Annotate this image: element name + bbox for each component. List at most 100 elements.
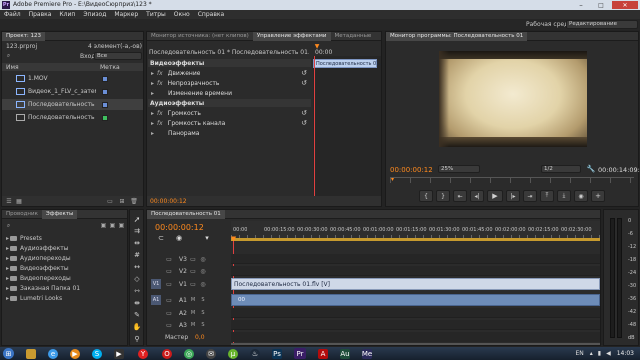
effect-row-channel-volume[interactable]: ▸ fx Громкость канала ↺ — [147, 119, 311, 127]
new-item-icon[interactable]: ⊞ — [118, 197, 126, 205]
effect-row-time-remap[interactable]: ▸ Изменение времени — [147, 89, 311, 97]
list-item[interactable]: Последовательность 01.fl — [2, 99, 143, 110]
razor-tool-icon[interactable]: ◇ — [132, 274, 142, 284]
expand-arrow-icon[interactable]: ▸ — [150, 80, 155, 87]
effect-row-opacity[interactable]: ▸ fx Непрозрачность ↺ — [147, 79, 311, 87]
accelerated-effects-icon[interactable]: ▣ — [100, 222, 107, 229]
camera-button[interactable]: ◉ — [574, 190, 588, 202]
list-item[interactable]: ▸ Видеопереходы — [2, 274, 127, 282]
lock-icon[interactable]: ▭ — [165, 322, 173, 329]
col-label[interactable]: Метка — [100, 64, 120, 71]
timeline-timecode[interactable]: 00:00:00:12 — [155, 223, 204, 232]
new-bin-icon[interactable]: ▭ — [106, 197, 114, 205]
list-item[interactable]: ▸ Presets — [2, 234, 127, 242]
sync-lock-icon[interactable]: ◎ — [199, 268, 207, 275]
in-select[interactable]: Все — [94, 52, 142, 60]
lock-icon[interactable]: ▭ — [189, 256, 197, 263]
track-lane-v3[interactable] — [231, 254, 600, 264]
list-item[interactable]: Последовательность 01 — [2, 112, 143, 123]
mute-button[interactable]: M — [189, 310, 197, 316]
effect-row-volume[interactable]: ▸ fx Громкость ↺ — [147, 109, 311, 117]
mute-button[interactable]: M — [189, 297, 197, 303]
effect-row-panner[interactable]: ▸ Панорама — [147, 129, 311, 137]
menu-sequence[interactable]: Эпизод — [79, 10, 110, 19]
trash-icon[interactable]: 🗑 — [130, 197, 138, 205]
menu-help[interactable]: Справка — [194, 10, 228, 19]
clock[interactable]: 14:03 — [617, 350, 634, 357]
audition-icon[interactable]: Au — [340, 348, 350, 359]
start-button[interactable]: ⊞ — [3, 348, 14, 359]
tab-effect-controls[interactable]: Управление эффектами — [252, 32, 331, 41]
lock-icon[interactable]: ▭ — [189, 281, 197, 288]
minimize-button[interactable]: – — [572, 1, 590, 9]
effect-clip-bar[interactable]: Последовательность 01. — [313, 59, 381, 68]
search-icon[interactable]: ⌕ — [5, 222, 12, 229]
track-lane-master[interactable] — [231, 332, 600, 342]
volume-icon[interactable]: ◀ — [606, 350, 611, 357]
sync-lock-icon[interactable]: ◎ — [199, 256, 207, 263]
expand-arrow-icon[interactable]: ▸ — [150, 70, 155, 77]
search-icon[interactable]: ⌕ — [5, 52, 12, 59]
tab-explorer[interactable]: Проводник — [2, 210, 42, 219]
sync-lock-icon[interactable]: ◎ — [199, 281, 207, 288]
video-icon[interactable]: ▶ — [114, 348, 124, 359]
extract-button[interactable]: ⤓ — [557, 190, 571, 202]
eye-icon[interactable]: ▭ — [165, 268, 173, 275]
workspace-select[interactable]: Редактирование — [566, 20, 638, 29]
browser-icon[interactable]: e — [48, 348, 58, 359]
reset-icon[interactable]: ↺ — [301, 119, 307, 127]
steam-icon[interactable]: ♨ — [250, 348, 260, 359]
effect-controls-timecode[interactable]: 00:00:00:12 — [150, 198, 187, 205]
quality-select[interactable]: 1/2 — [541, 165, 581, 173]
add-marker-icon[interactable]: ◉ — [175, 234, 183, 242]
expand-arrow-icon[interactable]: ▸ — [150, 120, 155, 127]
tab-metadata[interactable]: Метаданные — [331, 32, 376, 41]
step-back-button[interactable]: ◂| — [470, 190, 484, 202]
reset-icon[interactable]: ↺ — [301, 109, 307, 117]
list-item[interactable]: ▸ Аудиопереходы — [2, 254, 127, 262]
encoder-icon[interactable]: Me — [362, 348, 372, 359]
zoom-tool-icon[interactable]: ⚲ — [132, 334, 142, 344]
rate-stretch-tool-icon[interactable]: ↔ — [132, 262, 142, 272]
list-item[interactable]: ▸ Lumetri Looks — [2, 294, 127, 302]
pen-tool-icon[interactable]: ✎ — [132, 310, 142, 320]
tab-sequence[interactable]: Последовательность 01 — [147, 210, 225, 219]
step-forward-button[interactable]: |▸ — [506, 190, 520, 202]
go-to-out-button[interactable]: ⇥ — [523, 190, 537, 202]
maximize-button[interactable]: □ — [592, 1, 610, 9]
track-lane-a3[interactable] — [231, 320, 600, 330]
selection-tool-icon[interactable]: ➚ — [132, 214, 142, 224]
source-patch-a1[interactable]: A1 — [151, 295, 161, 305]
effect-playhead[interactable] — [314, 56, 315, 196]
expand-arrow-icon[interactable]: ▸ — [150, 90, 155, 97]
wrench-icon[interactable]: 🔧 — [587, 165, 596, 173]
tray-arrow-icon[interactable]: ▴ — [590, 350, 593, 357]
master-value[interactable]: 0,0 — [195, 334, 205, 341]
effect-row-motion[interactable]: ▸ fx Движение ↺ — [147, 69, 311, 77]
rolling-edit-tool-icon[interactable]: # — [132, 250, 142, 260]
timeline-scrollbar[interactable] — [231, 343, 600, 345]
track-lane-a2[interactable] — [231, 308, 600, 318]
menu-clip[interactable]: Клип — [55, 10, 79, 19]
program-mini-ruler[interactable] — [390, 177, 634, 183]
eye-icon[interactable]: ▭ — [165, 281, 173, 288]
reset-icon[interactable]: ↺ — [301, 79, 307, 87]
solo-button[interactable]: S — [199, 310, 207, 316]
expand-arrow-icon[interactable]: ▸ — [150, 110, 155, 117]
list-view-icon[interactable]: ☰ — [5, 197, 13, 205]
skype-icon[interactable]: S — [92, 348, 102, 359]
32bit-effects-icon[interactable]: ▣ — [109, 222, 116, 229]
chrome-icon[interactable]: ◎ — [184, 348, 194, 359]
track-lane-v2[interactable] — [231, 266, 600, 276]
language-indicator[interactable]: EN — [575, 350, 583, 357]
tab-source-monitor[interactable]: Монитор источника: (нет клипов) — [147, 32, 253, 41]
list-item[interactable]: Видеок_1_FLV_с_затем — [2, 86, 143, 97]
source-patch-v1[interactable]: V1 — [151, 279, 161, 289]
snap-icon[interactable]: ⊂ — [157, 234, 165, 242]
linked-selection-icon[interactable]: ▾ — [203, 234, 211, 242]
mute-button[interactable]: M — [189, 322, 197, 328]
media-player-icon[interactable]: ▶ — [70, 348, 80, 359]
slip-tool-icon[interactable]: ⇿ — [132, 286, 142, 296]
mail-icon[interactable]: ✉ — [206, 348, 216, 359]
go-to-in-button[interactable]: ⇤ — [453, 190, 467, 202]
